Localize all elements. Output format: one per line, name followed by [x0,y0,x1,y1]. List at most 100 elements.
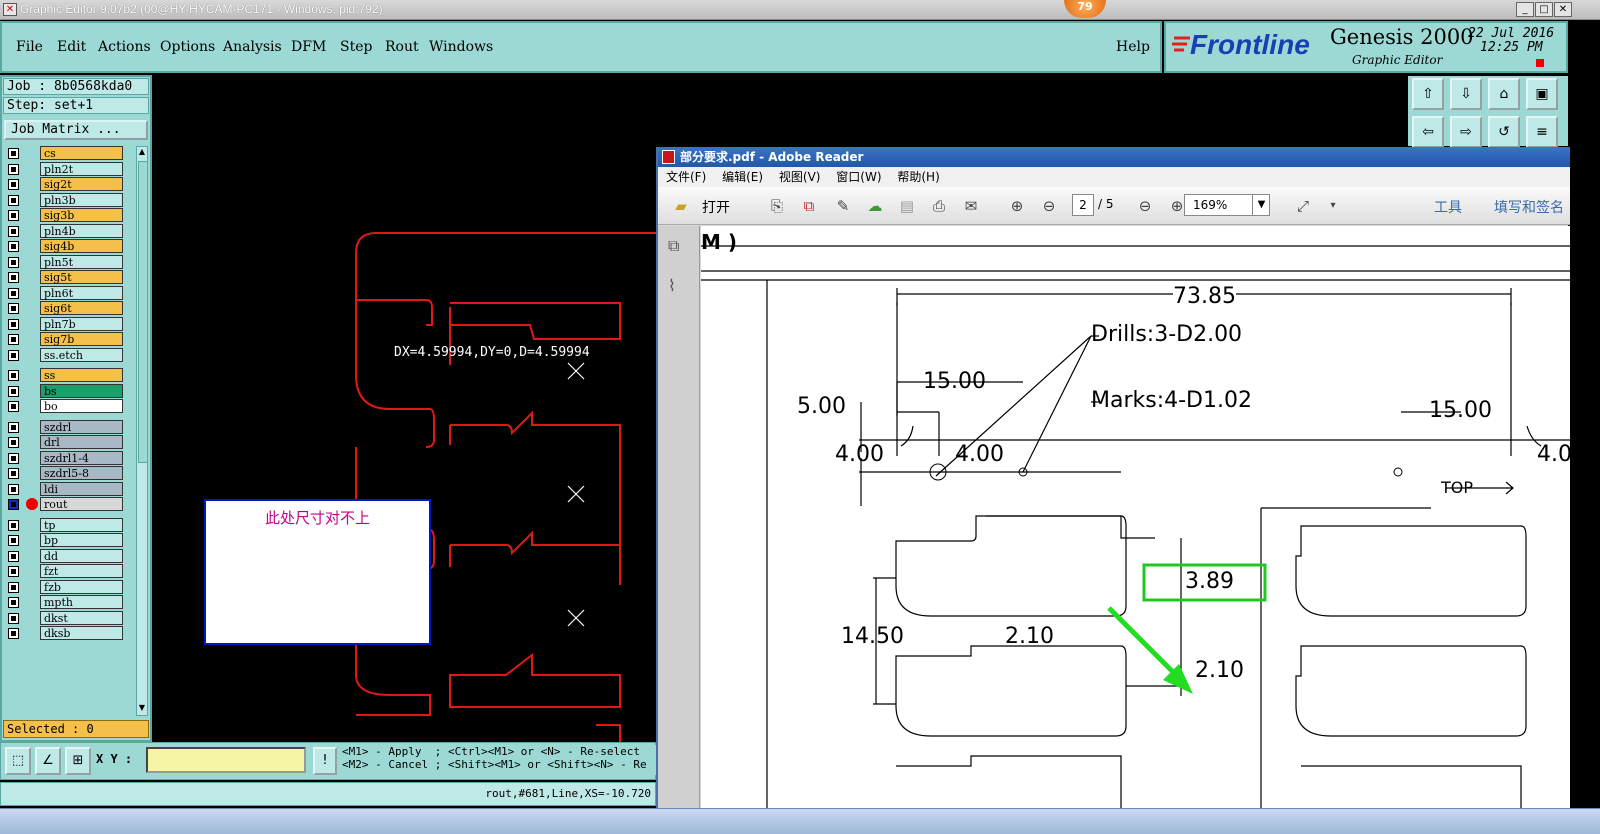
fullscreen-icon[interactable]: ⤢ [1292,195,1314,217]
menu-dfm[interactable]: DFM [291,39,326,55]
maximize-button[interactable]: □ [1535,2,1553,17]
layer-checkbox[interactable] [8,287,19,299]
menu-step[interactable]: Step [340,39,372,55]
layer-checkbox[interactable] [8,272,19,283]
upload-icon[interactable]: ☁ [864,195,886,217]
zoom-up-icon[interactable]: ⇧ [1412,78,1444,110]
layer-checkbox[interactable] [8,597,19,608]
email-icon[interactable]: ✉ [960,195,982,217]
next-page-icon[interactable]: ⊖ [1038,195,1060,217]
alert-icon[interactable]: ! [313,747,337,775]
more-tools-icon[interactable]: ▾ [1322,195,1344,217]
job-matrix-button[interactable]: Job Matrix ... [4,120,148,140]
layer-checkbox[interactable] [8,241,19,252]
layer-checkbox[interactable] [8,628,19,639]
layer-row[interactable]: dksb [4,626,134,641]
layer-row[interactable]: bp [4,533,134,548]
combine-icon[interactable]: ⧉ [798,195,820,217]
layer-name[interactable]: pln3b [40,192,123,207]
layer-row[interactable]: bo [4,399,134,414]
layer-row[interactable]: drl [4,435,134,450]
adobe-menu-window[interactable]: 窗口(W) [836,167,881,187]
layer-name[interactable]: sig3b [40,208,123,222]
undo-view-icon[interactable]: ↺ [1488,116,1520,148]
snap-mode-icon[interactable]: ⬚ [5,747,31,775]
layer-checkbox[interactable] [8,499,19,510]
adobe-menu-file[interactable]: 文件(F) [666,167,706,187]
layer-checkbox[interactable] [8,437,19,448]
layer-row[interactable]: cs [4,146,134,161]
layer-name[interactable]: sig6t [40,301,123,315]
layer-name[interactable]: cs [40,146,123,160]
zoom-dropdown-icon[interactable]: ▼ [1252,194,1270,216]
menu-help[interactable]: Help [1116,39,1150,55]
layer-name[interactable]: pln2t [40,161,123,176]
layer-name[interactable]: fzt [40,564,123,578]
menu-windows[interactable]: Windows [429,39,493,55]
layer-checkbox[interactable] [8,612,19,624]
layer-row[interactable]: sig6t [4,301,134,316]
scroll-up-icon[interactable]: ▲ [137,147,147,159]
layer-name[interactable]: bp [40,533,123,547]
layer-name[interactable]: szdrl5-8 [40,466,123,480]
layer-name[interactable]: drl [40,435,123,449]
page-number-input[interactable]: 2 [1072,194,1094,216]
layer-checkbox[interactable] [8,385,19,397]
layer-name[interactable]: tp [40,517,123,532]
layer-name[interactable]: dkst [40,610,123,625]
layer-checkbox[interactable] [8,303,19,314]
layer-checkbox[interactable] [8,452,19,464]
layer-checkbox[interactable] [8,401,19,412]
layer-checkbox[interactable] [8,370,19,381]
layer-checkbox[interactable] [8,468,19,479]
layer-row[interactable]: fzt [4,564,134,579]
layer-name[interactable]: dksb [40,626,123,640]
fill-sign-link[interactable]: 填写和签名 [1494,197,1564,217]
xy-input[interactable] [146,747,306,773]
layer-name[interactable]: sig4b [40,239,123,253]
layer-checkbox[interactable] [8,566,19,577]
adobe-menu-edit[interactable]: 编辑(E) [722,167,763,187]
prev-page-icon[interactable]: ⊕ [1006,195,1028,217]
layer-name[interactable]: dd [40,548,123,563]
layer-checkbox[interactable] [8,163,19,175]
layer-row[interactable]: pln4b [4,223,134,239]
layer-row[interactable]: bs [4,383,134,399]
layer-checkbox[interactable] [8,349,19,361]
layer-row[interactable]: pln2t [4,161,134,177]
zoom-out-icon[interactable]: ⊖ [1134,195,1156,217]
layer-name[interactable]: szdrl [40,419,123,434]
layer-row[interactable]: tp [4,517,134,533]
layer-name[interactable]: mpth [40,595,123,609]
layer-name[interactable]: sig2t [40,177,123,191]
layer-row[interactable]: ldi [4,481,134,497]
layer-checkbox[interactable] [8,334,19,345]
save-icon[interactable]: ▤ [896,195,918,217]
layer-name[interactable]: ldi [40,481,123,496]
menu-analysis[interactable]: Analysis [223,39,282,55]
layer-row[interactable]: sig7b [4,332,134,347]
annotation-note-box[interactable]: 此处尺寸对不上 [204,499,431,645]
layer-checkbox[interactable] [8,318,19,330]
pages-icon[interactable]: ⧉ [668,236,688,256]
layer-checkbox[interactable] [8,225,19,237]
layer-name[interactable]: bo [40,399,123,413]
layer-checkbox[interactable] [8,148,19,159]
print-icon[interactable]: ⎙ [928,195,950,217]
angle-mode-icon[interactable]: ∠ [35,747,61,775]
pan-right-icon[interactable]: ⇨ [1450,116,1482,148]
layer-checkbox[interactable] [8,483,19,495]
layer-row[interactable]: fzb [4,579,134,595]
pan-left-icon[interactable]: ⇦ [1412,116,1444,148]
layer-row[interactable]: pln5t [4,254,134,270]
zoom-down-icon[interactable]: ⇩ [1450,78,1482,110]
menu-edit[interactable]: Edit [57,39,86,55]
layer-row[interactable]: szdrl [4,419,134,435]
adobe-menu-view[interactable]: 视图(V) [779,167,821,187]
layer-name[interactable]: rout [40,497,123,511]
layer-checkbox[interactable] [8,421,19,433]
layer-scrollbar[interactable]: ▲ ▼ [136,146,148,716]
layer-checkbox[interactable] [8,194,19,206]
layer-name[interactable]: sig5t [40,270,123,284]
menu-file[interactable]: File [16,39,43,55]
